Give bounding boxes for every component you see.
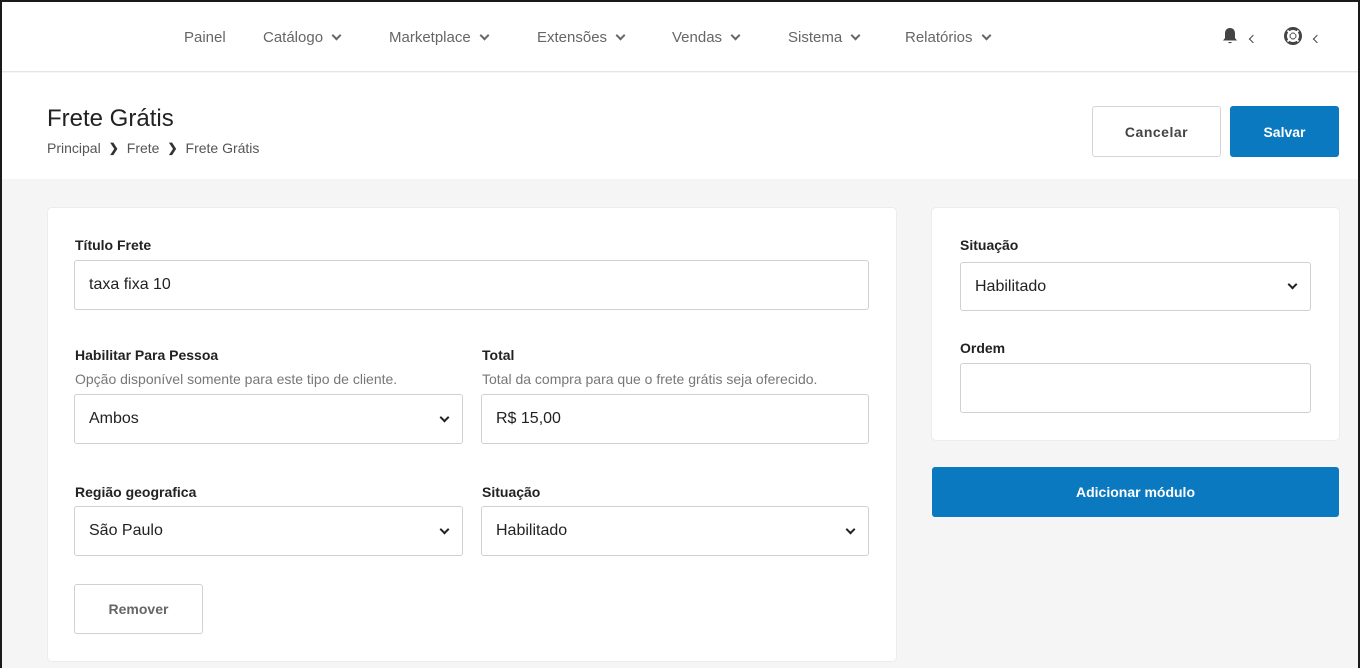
help-menu[interactable] — [1284, 27, 1322, 50]
region-label: Região geografica — [75, 484, 197, 500]
nav-item-label: Painel — [184, 29, 226, 46]
chevron-down-icon — [1287, 279, 1298, 290]
breadcrumb-item-principal[interactable]: Principal — [47, 140, 101, 156]
order-input[interactable] — [960, 363, 1311, 413]
total-input-value: R$ 15,00 — [496, 410, 561, 427]
total-label: Total — [482, 347, 515, 363]
chevron-down-icon — [479, 30, 490, 41]
nav-item-label: Catálogo — [263, 29, 324, 46]
side-status-select[interactable]: Habilitado — [960, 262, 1311, 311]
chevron-down-icon — [845, 524, 856, 534]
chevron-right-icon: ❯ — [167, 141, 178, 155]
nav-item-label: Relatórios — [905, 29, 973, 46]
cancel-button[interactable]: Cancelar — [1092, 106, 1221, 157]
title-input-value: taxa fixa 10 — [89, 276, 171, 293]
nav-item-catalogo[interactable]: Catálogo — [263, 29, 342, 46]
nav-item-label: Extensões — [537, 29, 608, 46]
notifications-menu[interactable] — [1222, 27, 1258, 50]
order-label: Ordem — [960, 340, 1006, 356]
breadcrumb-item-frete[interactable]: Frete — [127, 140, 160, 156]
chevron-down-icon — [850, 30, 861, 41]
chevron-left-icon — [1312, 34, 1322, 43]
chevron-down-icon — [331, 30, 342, 41]
page-header: Frete Grátis Principal ❯ Frete ❯ Frete G… — [2, 73, 1358, 179]
side-status-value: Habilitado — [975, 277, 1047, 295]
nav-item-label: Marketplace — [389, 29, 471, 46]
nav-item-label: Vendas — [672, 29, 723, 46]
add-module-button[interactable]: Adicionar módulo — [932, 467, 1339, 517]
title-input[interactable]: taxa fixa 10 — [74, 260, 869, 310]
chevron-right-icon: ❯ — [108, 141, 119, 155]
bell-icon — [1222, 27, 1238, 50]
title-label: Título Frete — [75, 237, 152, 253]
nav-item-marketplace[interactable]: Marketplace — [389, 29, 490, 46]
chevron-left-icon — [1248, 34, 1258, 43]
side-status-label: Situação — [960, 237, 1019, 253]
breadcrumb-item-current: Frete Grátis — [185, 140, 260, 156]
chevron-down-icon — [981, 30, 991, 41]
total-hint: Total da compra para que o frete grátis … — [482, 371, 818, 387]
region-select[interactable]: São Paulo — [74, 506, 463, 556]
person-label: Habilitar Para Pessoa — [75, 347, 219, 363]
status-select[interactable]: Habilitado — [481, 506, 869, 556]
person-hint: Opção disponível somente para este tipo … — [75, 371, 398, 387]
total-input[interactable]: R$ 15,00 — [481, 394, 869, 444]
nav-item-vendas[interactable]: Vendas — [672, 29, 741, 46]
breadcrumb: Principal ❯ Frete ❯ Frete Grátis — [47, 140, 259, 156]
chevron-down-icon — [730, 30, 741, 41]
nav-item-sistema[interactable]: Sistema — [788, 29, 861, 46]
nav-item-relatorios[interactable]: Relatórios — [905, 29, 991, 46]
main-form-card: Título Frete taxa fixa 10 Habilitar Para… — [48, 208, 896, 661]
nav-item-extensoes[interactable]: Extensões — [537, 29, 626, 46]
chevron-down-icon — [615, 30, 626, 41]
chevron-down-icon — [439, 412, 450, 422]
nav-item-label: Sistema — [788, 29, 843, 46]
top-nav: Painel Catálogo Marketplace Extensões Ve… — [2, 2, 1358, 72]
side-form-card: Situação Habilitado Ordem — [932, 208, 1339, 440]
status-value: Habilitado — [496, 522, 568, 539]
person-type-value: Ambos — [89, 410, 139, 427]
status-label: Situação — [482, 484, 541, 500]
person-type-select[interactable]: Ambos — [74, 394, 463, 444]
page-title: Frete Grátis — [47, 105, 174, 132]
chevron-down-icon — [439, 524, 450, 534]
region-value: São Paulo — [89, 522, 163, 539]
lifebuoy-icon — [1284, 27, 1302, 50]
remove-button[interactable]: Remover — [74, 584, 203, 634]
app-frame: Painel Catálogo Marketplace Extensões Ve… — [0, 0, 1360, 668]
save-button[interactable]: Salvar — [1230, 106, 1339, 157]
nav-item-painel[interactable]: Painel — [184, 29, 226, 46]
